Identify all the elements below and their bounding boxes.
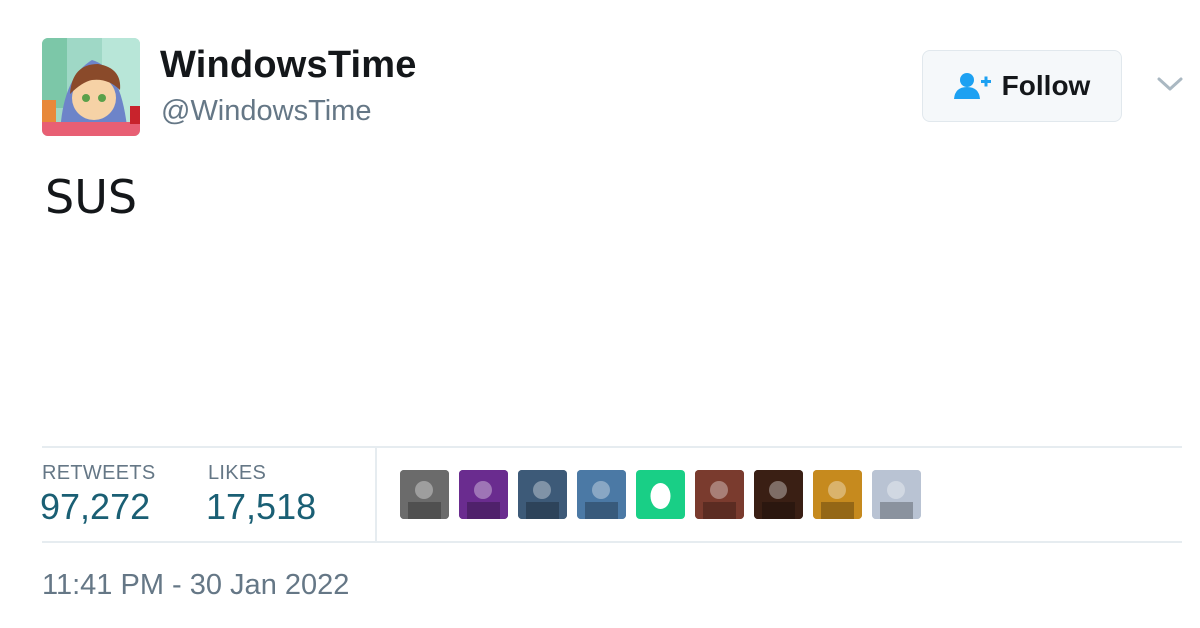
photo-thumbnail-icon [400, 470, 449, 519]
liker-avatar-dark-portrait[interactable] [754, 470, 803, 519]
liker-avatar-purple-rose[interactable] [459, 470, 508, 519]
photo-thumbnail-icon [577, 470, 626, 519]
follow-button-label: Follow [1001, 70, 1091, 101]
add-user-icon [953, 73, 991, 99]
retweets-label: RETWEETS [42, 462, 156, 484]
photo-thumbnail-icon [872, 470, 921, 519]
liker-avatar-default-egg[interactable] [636, 470, 685, 519]
liker-avatar-bw-group[interactable] [400, 470, 449, 519]
author-display-name[interactable]: WindowsTime [160, 44, 417, 87]
follow-button[interactable]: Follow [922, 50, 1122, 122]
author-avatar[interactable] [42, 38, 140, 136]
tweet-timestamp[interactable]: 11:41 PM - 30 Jan 2022 [42, 569, 349, 602]
liker-avatar-crowd[interactable] [695, 470, 744, 519]
photo-thumbnail-icon [754, 470, 803, 519]
cartoon-boy-avatar-icon [42, 38, 140, 136]
chevron-down-icon[interactable] [1156, 74, 1184, 94]
photo-thumbnail-icon [695, 470, 744, 519]
stats-divider-bottom [42, 541, 1182, 543]
retweets-count[interactable]: 97,272 [40, 486, 150, 528]
liker-avatar-sunset-figure[interactable] [813, 470, 862, 519]
photo-thumbnail-icon [518, 470, 567, 519]
likes-count[interactable]: 17,518 [206, 486, 316, 528]
tweet-text: SUS [45, 170, 138, 224]
stats-divider-vertical [375, 448, 377, 541]
photo-thumbnail-icon [459, 470, 508, 519]
author-handle[interactable]: @WindowsTime [161, 95, 371, 128]
egg-icon [650, 483, 671, 509]
liker-avatar-blue-scene[interactable] [518, 470, 567, 519]
stats-divider-top [42, 446, 1182, 448]
liker-avatar-van[interactable] [577, 470, 626, 519]
liker-avatar-man-portrait[interactable] [872, 470, 921, 519]
likes-label: LIKES [208, 462, 267, 484]
photo-thumbnail-icon [813, 470, 862, 519]
